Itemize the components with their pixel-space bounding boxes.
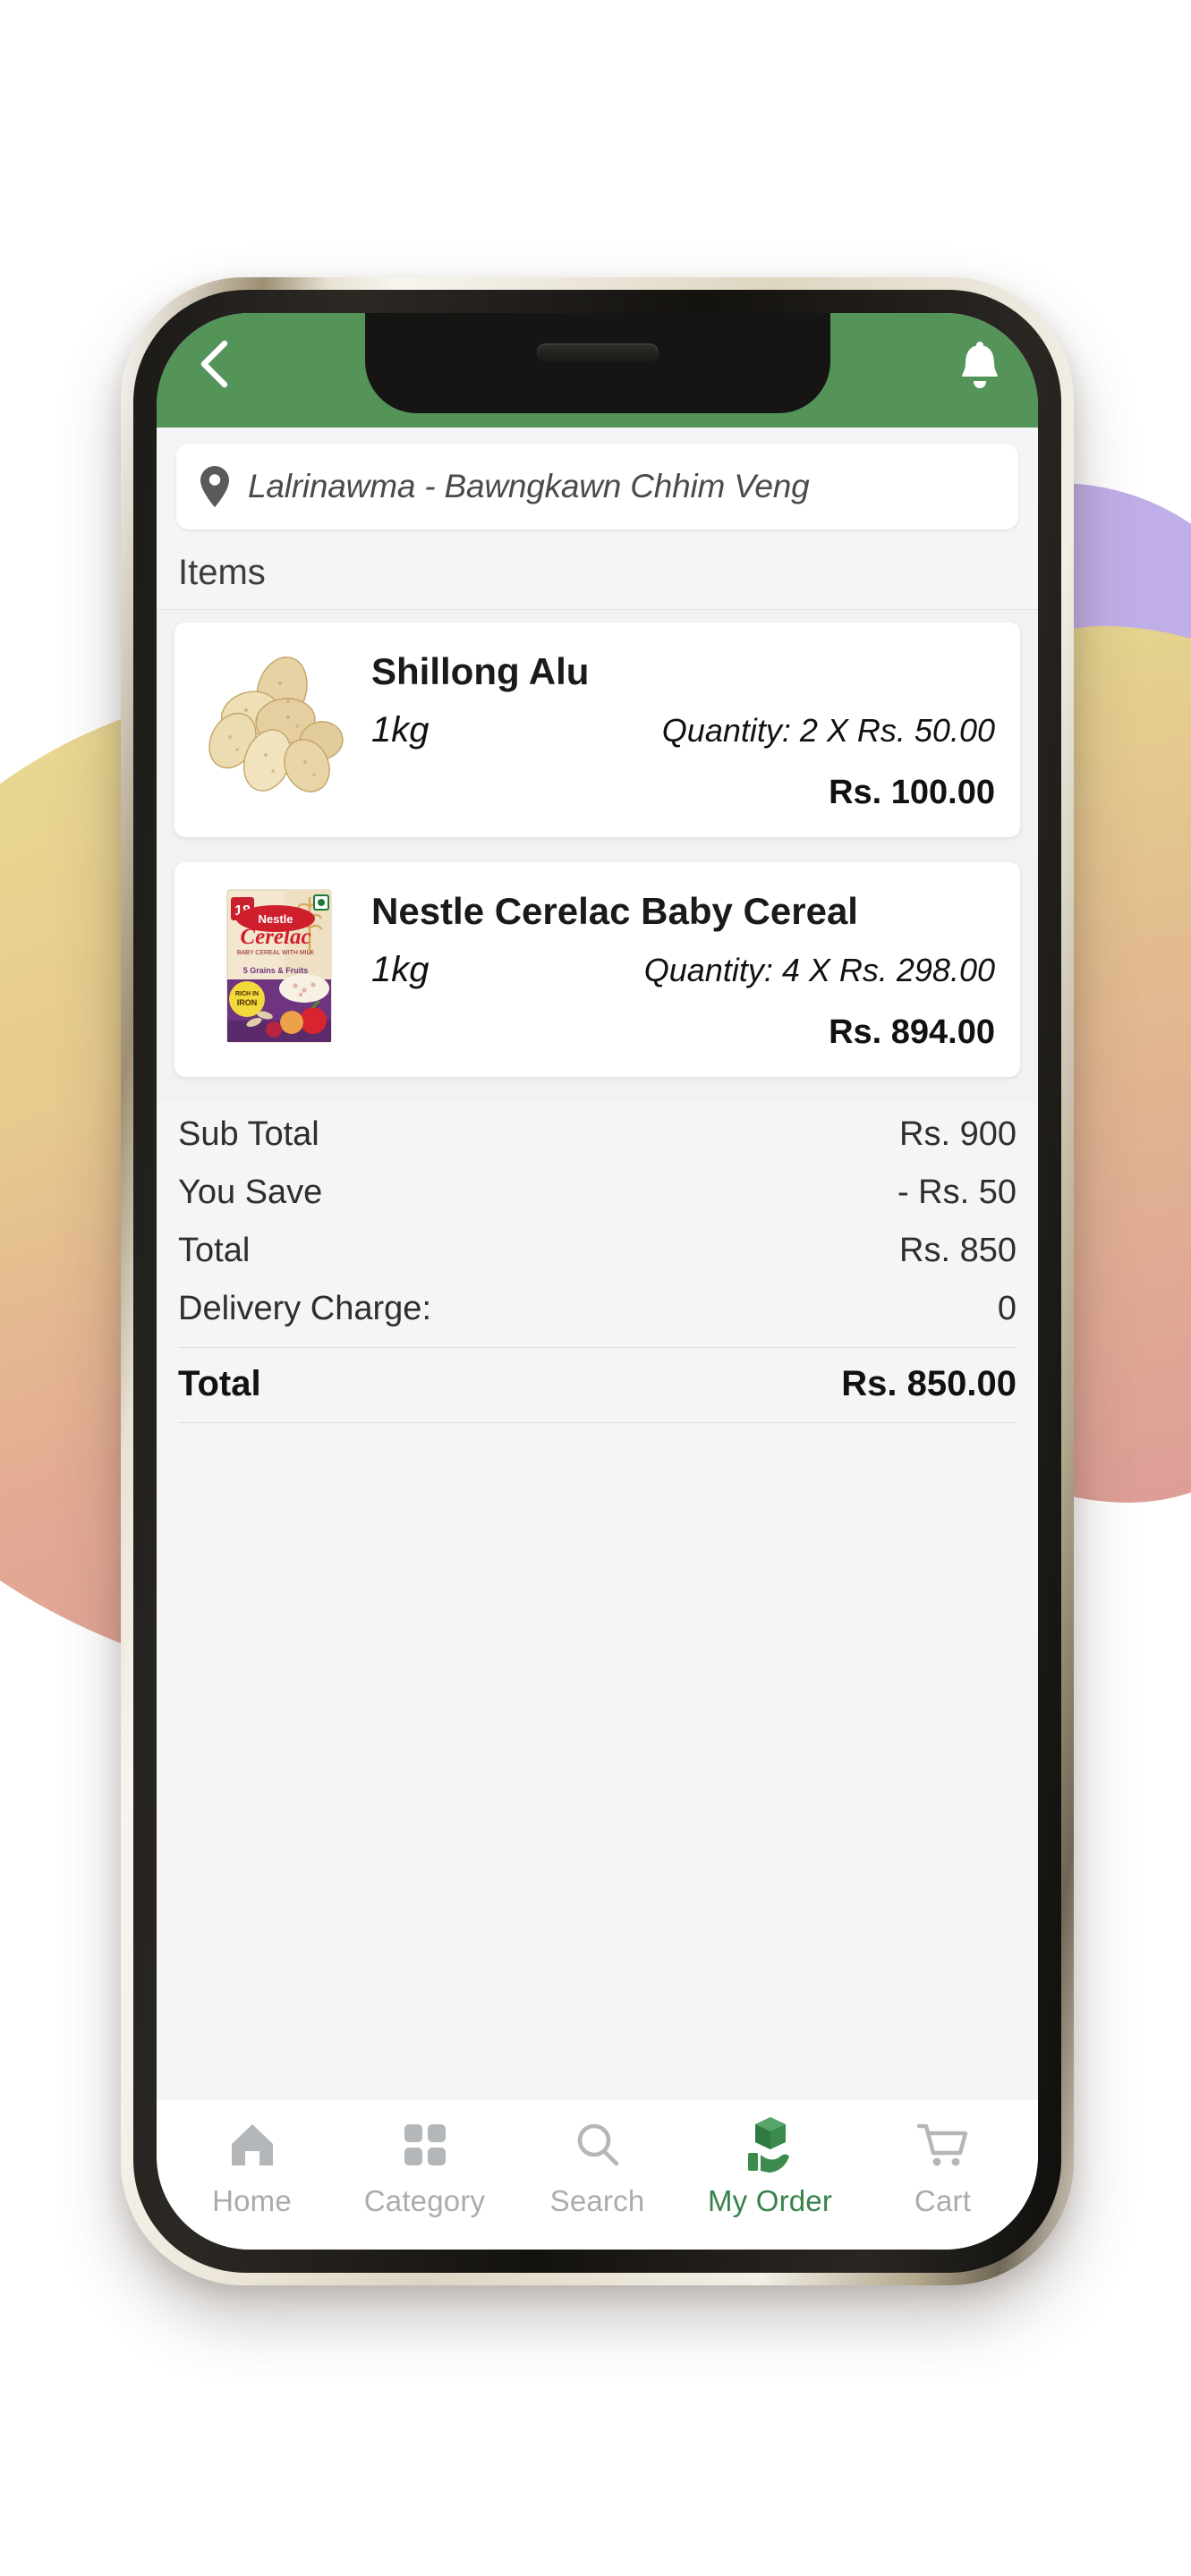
item-name: Nestle Cerelac Baby Cereal bbox=[371, 890, 858, 933]
item-weight: 1kg bbox=[371, 950, 430, 990]
items-section-header: Items bbox=[157, 538, 1038, 610]
items-label: Items bbox=[178, 553, 266, 592]
shopping-cart-icon bbox=[915, 2113, 971, 2177]
nav-item-home[interactable]: Home bbox=[166, 2113, 338, 2218]
home-icon bbox=[225, 2113, 280, 2177]
delivery-address-bar[interactable]: Lalrinawma - Bawngkawn Chhim Veng bbox=[176, 444, 1018, 530]
nav-item-search[interactable]: Search bbox=[511, 2113, 684, 2218]
item-quantity: Quantity: 2 X Rs. 50.00 bbox=[661, 712, 995, 750]
app-header bbox=[157, 313, 1038, 428]
search-icon bbox=[572, 2113, 624, 2177]
svg-text:Cerelac: Cerelac bbox=[240, 925, 311, 949]
nav-label: Search bbox=[549, 2183, 645, 2217]
nav-label: Category bbox=[363, 2183, 486, 2217]
items-list: Shillong Alu 1kg Quantity: 2 X Rs. 50.00… bbox=[157, 610, 1038, 1103]
nav-label: Home bbox=[212, 2183, 292, 2217]
package-in-hand-icon bbox=[743, 2113, 798, 2177]
summary-value: 0 bbox=[997, 1290, 1017, 1328]
summary-row-grand-total: Total Rs. 850.00 bbox=[178, 1348, 1017, 1424]
phone-device-mockup: Lalrinawma - Bawngkawn Chhim Veng Items bbox=[121, 277, 1074, 2285]
summary-row-sub-total: Sub Total Rs. 900 bbox=[178, 1106, 1017, 1164]
delivery-address-text: Lalrinawma - Bawngkawn Chhim Veng bbox=[248, 468, 810, 504]
empty-space bbox=[157, 1423, 1038, 2099]
nav-label: Cart bbox=[914, 2183, 972, 2217]
summary-value: - Rs. 50 bbox=[897, 1174, 1017, 1212]
back-button[interactable] bbox=[187, 338, 239, 390]
grand-total-value: Rs. 850.00 bbox=[841, 1364, 1017, 1404]
nav-item-category[interactable]: Category bbox=[338, 2113, 511, 2218]
address-section: Lalrinawma - Bawngkawn Chhim Veng bbox=[157, 428, 1038, 538]
summary-label: Total bbox=[178, 1232, 251, 1270]
phone-bezel: Lalrinawma - Bawngkawn Chhim Veng Items bbox=[133, 290, 1061, 2273]
item-price: Rs. 100.00 bbox=[829, 774, 995, 812]
bottom-navigation-bar: Home Category Search My Order Cart bbox=[157, 2099, 1038, 2250]
svg-text:5 Grains & Fruits: 5 Grains & Fruits bbox=[243, 966, 309, 975]
item-price: Rs. 894.00 bbox=[829, 1013, 995, 1052]
svg-text:Nestle: Nestle bbox=[258, 912, 293, 926]
summary-label: You Save bbox=[178, 1174, 323, 1212]
summary-row-delivery-charge: Delivery Charge: 0 bbox=[178, 1280, 1017, 1338]
item-name: Shillong Alu bbox=[371, 650, 590, 692]
svg-text:IRON: IRON bbox=[237, 998, 258, 1007]
order-summary: Sub Total Rs. 900 You Save - Rs. 50 Tota… bbox=[157, 1102, 1038, 1424]
map-pin-icon bbox=[200, 465, 230, 508]
order-item-details: Shillong Alu 1kg Quantity: 2 X Rs. 50.00… bbox=[371, 646, 995, 812]
summary-row-total: Total Rs. 850 bbox=[178, 1222, 1017, 1280]
summary-label: Sub Total bbox=[178, 1115, 319, 1154]
grid-icon bbox=[399, 2113, 451, 2177]
chevron-left-icon bbox=[200, 340, 228, 388]
notifications-button[interactable] bbox=[952, 338, 1008, 394]
grand-total-label: Total bbox=[178, 1364, 261, 1404]
summary-value: Rs. 900 bbox=[899, 1115, 1017, 1154]
cerelac-box-image: 18 Nestle Cerelac BABY CEREAL WITH MILK … bbox=[200, 886, 359, 1046]
item-weight: 1kg bbox=[371, 710, 430, 750]
summary-label: Delivery Charge: bbox=[178, 1290, 431, 1328]
item-quantity: Quantity: 4 X Rs. 298.00 bbox=[643, 952, 995, 989]
nav-item-cart[interactable]: Cart bbox=[856, 2113, 1029, 2218]
order-item-row[interactable]: 18 Nestle Cerelac BABY CEREAL WITH MILK … bbox=[174, 862, 1020, 1078]
nav-label: My Order bbox=[707, 2183, 833, 2217]
summary-value: Rs. 850 bbox=[899, 1232, 1017, 1270]
nav-item-my-order[interactable]: My Order bbox=[684, 2113, 856, 2218]
phone-screen: Lalrinawma - Bawngkawn Chhim Veng Items bbox=[157, 313, 1038, 2250]
bell-icon bbox=[962, 342, 998, 388]
svg-text:RICH IN: RICH IN bbox=[235, 991, 259, 997]
svg-text:BABY CEREAL WITH MILK: BABY CEREAL WITH MILK bbox=[237, 950, 315, 956]
order-item-details: Nestle Cerelac Baby Cereal 1kg Quantity:… bbox=[371, 886, 995, 1052]
summary-row-you-save: You Save - Rs. 50 bbox=[178, 1164, 1017, 1222]
potatoes-image bbox=[200, 646, 359, 807]
device-notch bbox=[364, 313, 830, 413]
order-item-row[interactable]: Shillong Alu 1kg Quantity: 2 X Rs. 50.00… bbox=[174, 623, 1020, 838]
